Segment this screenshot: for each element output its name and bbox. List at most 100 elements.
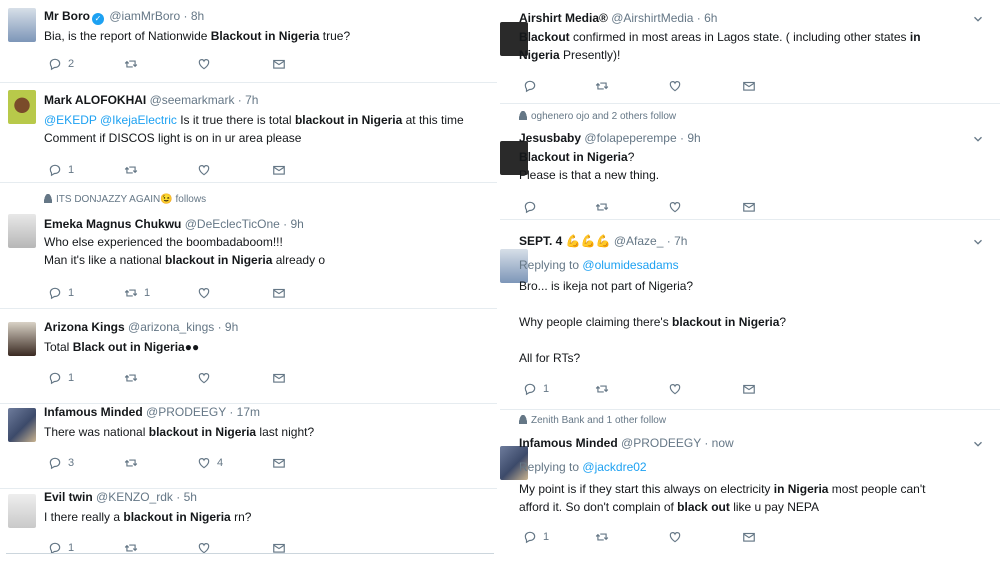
tweet-timestamp[interactable]: 7h	[674, 234, 687, 248]
chevron-down-icon[interactable]	[971, 235, 985, 249]
separator-dot: ·	[234, 93, 246, 107]
tweet-text: Man it's like a national	[44, 253, 166, 267]
tweet-text-line: Who else experienced the boombadaboom!!!	[44, 234, 283, 251]
author-handle[interactable]: @Afaze_	[614, 234, 664, 248]
author-handle[interactable]: @seemarkmark	[150, 93, 235, 107]
tweet-timestamp[interactable]: 5h	[184, 490, 197, 504]
tweet-text: Please is that a new thing.	[519, 168, 660, 182]
avatar[interactable]	[8, 8, 36, 42]
author-handle[interactable]: @KENZO_rdk	[96, 490, 173, 504]
tweet-text-line: Man it's like a national blackout in Nig…	[44, 252, 325, 269]
tweet-card[interactable]: Airshirt Media® @AirshirtMedia · 6h Black…	[500, 0, 1000, 104]
chevron-down-icon[interactable]	[971, 132, 985, 146]
search-term-highlight: blackout in Nigeria	[148, 425, 257, 439]
avatar[interactable]	[8, 494, 36, 528]
author-name[interactable]: Evil twin	[44, 490, 93, 504]
reply-count: 2	[68, 58, 75, 70]
tweet-card[interactable]: Zenith Bank and 1 other follow Infamous M…	[500, 409, 1000, 562]
author-handle[interactable]: @DeEclecTicOne	[185, 217, 280, 231]
tweet-card[interactable]: Infamous Minded @PRODEEGY · 17m There was…	[0, 403, 497, 489]
tweet-card[interactable]: Mr Boro ✓ @iamMrBoro · 8h Bia, is the repo…	[0, 0, 497, 83]
tweet-header: Emeka Magnus Chukwu @DeEclecTicOne · 9h	[44, 217, 304, 232]
search-term-highlight: blackout in Nigeria	[123, 510, 231, 524]
search-term-highlight: in Nigeria	[773, 482, 829, 496]
reply-count: 3	[68, 457, 75, 469]
tweet-card[interactable]: ITS DONJAZZY AGAIN😉 follows Emeka Magnus …	[0, 182, 497, 309]
tweet-timestamp[interactable]: 9h	[291, 217, 304, 231]
like-count: 4	[217, 457, 224, 469]
author-name[interactable]: Mark ALOFOKHAI	[44, 93, 146, 107]
tweet-timestamp[interactable]: 9h	[225, 320, 238, 334]
tweet-header: SEPT. 4 💪💪💪 @Afaze_ · 7h	[519, 234, 687, 249]
tweet-text-line: Bro... is ikeja not part of Nigeria?	[519, 278, 693, 295]
tweet-header: Mr Boro ✓ @iamMrBoro · 8h	[44, 9, 204, 25]
tweet-text: like u pay NEPA	[729, 500, 820, 514]
author-name[interactable]: Emeka Magnus Chukwu	[44, 217, 181, 231]
tweet-timestamp[interactable]: now	[712, 436, 734, 450]
social-context: ITS DONJAZZY AGAIN😉 follows	[44, 194, 206, 206]
author-name[interactable]: Airshirt Media®	[519, 11, 608, 25]
tweet-timestamp[interactable]: 7h	[245, 93, 258, 107]
person-icon	[519, 111, 527, 120]
tweet-text-line: Why people claiming there's blackout in …	[519, 314, 786, 331]
tweet-text: at this time	[402, 113, 464, 127]
tweet-timestamp[interactable]: 17m	[237, 405, 260, 419]
tweet-actions: 1	[500, 381, 1000, 397]
tweet-card[interactable]: Arizona Kings @arizona_kings · 9h Total B…	[0, 308, 497, 404]
avatar[interactable]	[8, 90, 36, 124]
person-icon	[44, 194, 52, 203]
social-context-text: oghenero ojo and 2 others follow	[531, 111, 677, 122]
replying-to-label: Replying to	[519, 460, 580, 474]
avatar[interactable]	[8, 408, 36, 442]
chevron-down-icon[interactable]	[971, 12, 985, 26]
search-term-highlight: black out	[677, 500, 730, 514]
author-name[interactable]: SEPT. 4 💪💪💪	[519, 234, 611, 248]
replying-to-mention[interactable]: @jackdre02	[582, 460, 646, 474]
tweet-card[interactable]: Mark ALOFOKHAI @seemarkmark · 7h @EKEDP @…	[0, 82, 497, 183]
retweet-count: 1	[144, 287, 151, 299]
tweet-card[interactable]: Evil twin @KENZO_rdk · 5h I there really …	[0, 488, 497, 562]
right-tweet-column: Airshirt Media® @AirshirtMedia · 6h Black…	[500, 0, 1000, 562]
tweet-text: already o	[272, 253, 326, 267]
author-name[interactable]: Infamous Minded	[44, 405, 143, 419]
mention-link[interactable]: @EKEDP	[44, 113, 97, 127]
tweet-card[interactable]: SEPT. 4 💪💪💪 @Afaze_ · 7h Replying to @olu…	[500, 219, 1000, 410]
reply-count: 1	[68, 287, 75, 299]
author-handle[interactable]: @PRODEEGY	[146, 405, 226, 419]
replying-to: Replying to @olumidesadams	[519, 257, 679, 274]
tweet-text: Who else experienced the boombadaboom!!!	[44, 235, 283, 249]
author-handle[interactable]: @PRODEEGY	[621, 436, 701, 450]
separator-dot: ·	[676, 131, 688, 145]
author-name[interactable]: Infamous Minded	[519, 436, 618, 450]
tweet-header: Infamous Minded @PRODEEGY · 17m	[44, 405, 260, 420]
author-name[interactable]: Jesusbaby	[519, 131, 581, 145]
left-tweet-column: Mr Boro ✓ @iamMrBoro · 8h Bia, is the repo…	[0, 0, 497, 562]
tweet-text: My point is if they start this always on…	[519, 482, 774, 496]
author-handle[interactable]: @AirshirtMedia	[611, 11, 693, 25]
tweet-card[interactable]: oghenero ojo and 2 others follow Jesusbab…	[500, 103, 1000, 220]
tweet-actions: 11	[0, 285, 497, 301]
chevron-down-icon[interactable]	[971, 437, 985, 451]
author-handle[interactable]: @arizona_kings	[128, 320, 214, 334]
search-term-highlight: blackout in Nigeria	[294, 113, 403, 127]
author-name[interactable]: Mr Boro	[44, 9, 90, 23]
author-handle[interactable]: @folapeperempe	[584, 131, 676, 145]
tweet-text: There was national	[44, 425, 149, 439]
tweet-timestamp[interactable]: 8h	[191, 9, 204, 23]
mention-link[interactable]: @IkejaElectric	[100, 113, 177, 127]
replying-to-mention[interactable]: @olumidesadams	[582, 258, 678, 272]
author-name[interactable]: Arizona Kings	[44, 320, 125, 334]
avatar[interactable]	[8, 322, 36, 356]
social-context: Zenith Bank and 1 other follow	[519, 415, 666, 427]
search-term-highlight: Blackout in Nigeria	[210, 29, 320, 43]
avatar[interactable]	[8, 214, 36, 248]
tweet-text: Why people claiming there's	[519, 315, 673, 329]
tweet-actions: 2	[0, 56, 497, 72]
tweet-text: Bia, is the report of Nationwide	[44, 29, 211, 43]
tweet-timestamp[interactable]: 6h	[704, 11, 717, 25]
search-term-highlight: Blackout in Nigeria	[519, 150, 628, 164]
tweet-timestamp[interactable]: 9h	[687, 131, 700, 145]
tweet-actions	[500, 78, 1000, 94]
author-handle[interactable]: @iamMrBoro	[109, 9, 180, 23]
tweet-text: ?	[627, 150, 635, 164]
